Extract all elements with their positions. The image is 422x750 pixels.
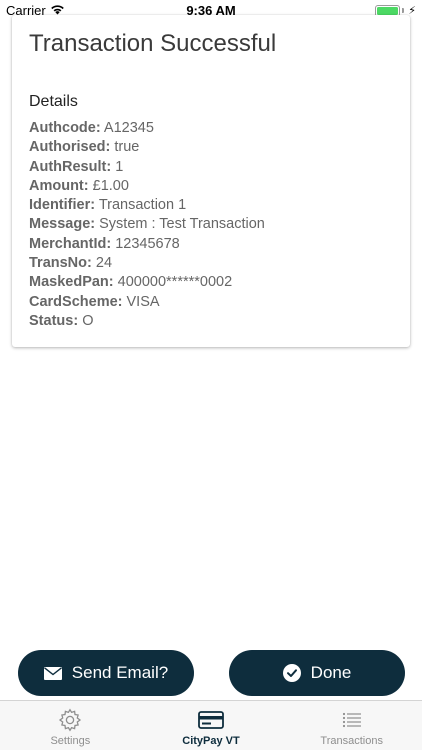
detail-value: VISA (126, 293, 160, 310)
send-email-label: Send Email? (71, 663, 169, 682)
detail-value: 1 (115, 158, 124, 175)
detail-value: £1.00 (92, 177, 129, 194)
detail-label: MaskedPan: (29, 274, 114, 291)
envelope-icon (43, 666, 62, 680)
details-list: Authcode: A12345 Authorised: true AuthResu… (29, 119, 265, 331)
detail-label: Amount: (29, 177, 89, 194)
detail-label: Authcode: (29, 120, 101, 136)
detail-row: MaskedPan: 400000******0002 (29, 273, 265, 292)
checkmark-circle-icon (282, 664, 301, 682)
detail-value: 400000******0002 (117, 274, 233, 291)
detail-label: Identifier: (29, 197, 96, 214)
tab-citypay-vt-label: CityPay VT (182, 735, 240, 747)
detail-label: AuthResult: (29, 158, 112, 175)
detail-label: MerchantId: (29, 235, 112, 252)
detail-label: Authorised: (29, 139, 111, 156)
detail-label: CardScheme: (29, 293, 123, 310)
done-label: Done (310, 663, 352, 682)
tab-citypay-vt[interactable]: CityPay VT (141, 701, 282, 750)
detail-row: Authcode: A12345 (29, 119, 265, 138)
send-email-button[interactable]: Send Email? (18, 650, 194, 696)
detail-value: O (82, 312, 94, 329)
detail-value: 24 (95, 255, 113, 272)
detail-label: TransNo: (29, 255, 92, 272)
detail-row: CardScheme: VISA (29, 293, 265, 312)
tab-bar: Settings CityPay VT Transactions (0, 700, 422, 750)
detail-label: Status: (29, 312, 79, 329)
tab-transactions-label: Transactions (320, 735, 383, 747)
card-title: Transaction Successful (29, 30, 277, 57)
list-icon (342, 707, 362, 733)
detail-value: System : Test Transaction (99, 216, 265, 233)
transaction-card: Transaction Successful Details Authcode:… (12, 15, 410, 347)
detail-row: Authorised: true (29, 138, 265, 157)
battery-fill (377, 6, 399, 15)
detail-row: Message: System : Test Transaction (29, 215, 265, 234)
credit-card-icon (198, 707, 224, 733)
detail-value: Transaction 1 (98, 197, 187, 214)
battery-tip (402, 8, 405, 13)
detail-value: true (114, 139, 140, 156)
tab-transactions[interactable]: Transactions (281, 701, 422, 750)
gear-icon (58, 707, 82, 733)
detail-row: MerchantId: 12345678 (29, 235, 265, 254)
screen: Carrier 9:36 AM ⚡ Transaction Successful… (0, 0, 422, 750)
detail-row: Status: O (29, 312, 265, 331)
tab-settings[interactable]: Settings (0, 701, 141, 750)
detail-value: A12345 (103, 120, 154, 136)
detail-row: AuthResult: 1 (29, 158, 265, 177)
detail-row: TransNo: 24 (29, 254, 265, 273)
detail-value: 12345678 (115, 235, 180, 252)
detail-label: Message: (29, 216, 96, 233)
detail-row: Amount: £1.00 (29, 177, 265, 196)
tab-settings-label: Settings (50, 735, 91, 747)
detail-row: Identifier: Transaction 1 (29, 196, 265, 215)
done-button[interactable]: Done (229, 650, 405, 696)
card-subtitle: Details (29, 93, 78, 110)
charging-bolt-icon: ⚡ (408, 5, 416, 17)
